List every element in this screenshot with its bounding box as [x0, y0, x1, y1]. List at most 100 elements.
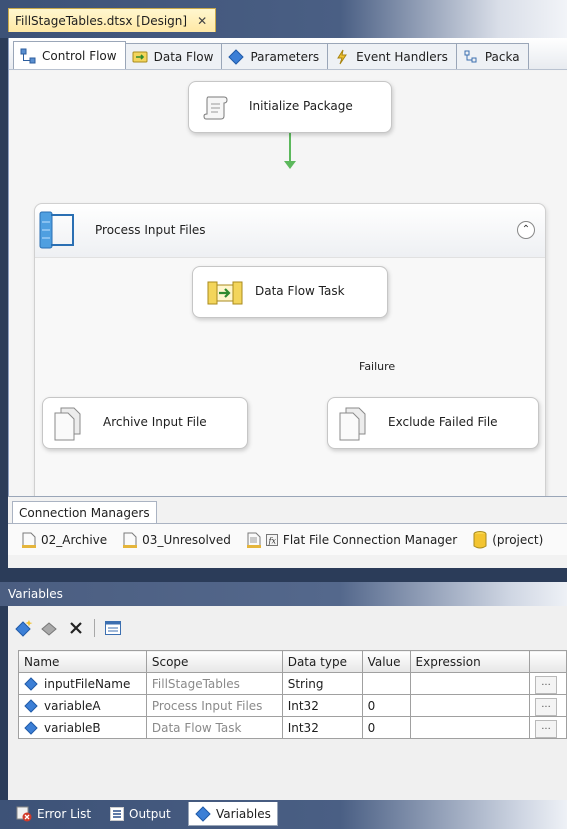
control-flow-canvas[interactable]: Initialize Package Process Input Files ⌃: [9, 71, 567, 515]
column-header-data-type[interactable]: Data type: [281, 650, 363, 673]
file-connection-icon: [123, 532, 138, 548]
process-input-files-container[interactable]: Process Input Files ⌃: [34, 203, 546, 515]
connection-managers-panel: Connection Managers 02_Archive 03_Unreso…: [8, 496, 567, 568]
variable-expression[interactable]: [409, 694, 531, 717]
designer-tab-bar: Control Flow Data Flow Parameters Event …: [9, 38, 567, 70]
tab-label: Event Handlers: [356, 49, 448, 64]
expression-builder-cell: ...: [529, 694, 567, 717]
connection-manager-label: 02_Archive: [41, 532, 108, 547]
tab-output[interactable]: Output: [104, 802, 177, 826]
variable-icon: [24, 720, 38, 735]
failure-label: Failure: [359, 360, 396, 373]
delete-icon: [70, 622, 82, 634]
grid-header-row: Name Scope Data type Value Expression: [18, 650, 567, 673]
variable-name: variableA: [44, 698, 101, 713]
variable-expression[interactable]: [409, 716, 531, 739]
move-variable-button[interactable]: [40, 618, 60, 638]
tab-data-flow[interactable]: Data Flow: [124, 43, 223, 69]
tab-variables[interactable]: Variables: [188, 802, 278, 826]
variable-data-type[interactable]: Int32: [281, 694, 363, 717]
variable-name-cell[interactable]: inputFileName: [18, 672, 147, 695]
variable-name-cell[interactable]: variableA: [18, 694, 147, 717]
archive-input-file-task[interactable]: Archive Input File: [42, 397, 248, 449]
column-header-expression[interactable]: Expression: [409, 650, 531, 673]
tab-label: Output: [129, 807, 171, 821]
data-flow-task[interactable]: Data Flow Task: [192, 266, 388, 318]
connection-manager-label: Flat File Connection Manager: [282, 532, 458, 547]
variables-grid: Name Scope Data type Value Expression in…: [18, 650, 567, 739]
variable-scope: FillStageTables: [145, 672, 283, 695]
document-tab-title: FillStageTables.dtsx [Design]: [15, 13, 188, 28]
tab-control-flow[interactable]: Control Flow: [13, 41, 126, 69]
tab-parameters[interactable]: Parameters: [221, 43, 329, 69]
variables-toolbar: [14, 616, 123, 640]
expression-builder-cell: ...: [529, 672, 567, 695]
package-explorer-icon: [464, 50, 477, 62]
expression-icon: fx: [265, 533, 278, 546]
script-task-icon: [203, 96, 228, 120]
delete-variable-button[interactable]: [66, 618, 86, 638]
variable-name-cell[interactable]: variableB: [18, 716, 147, 739]
column-header-value[interactable]: Value: [361, 650, 411, 673]
variable-data-type[interactable]: String: [281, 672, 363, 695]
connection-manager-item[interactable]: fx Flat File Connection Manager: [246, 532, 458, 548]
exclude-failed-file-task[interactable]: Exclude Failed File: [327, 397, 539, 449]
close-icon[interactable]: ✕: [197, 14, 207, 28]
connection-manager-item[interactable]: 03_Unresolved: [123, 532, 231, 548]
expression-builder-button[interactable]: ...: [535, 675, 558, 694]
add-variable-icon: [15, 620, 33, 637]
initialize-package-task[interactable]: Initialize Package: [188, 81, 392, 133]
expression-builder-button[interactable]: ...: [535, 697, 558, 716]
variable-value[interactable]: 0: [361, 716, 411, 739]
variables-icon: [195, 805, 211, 822]
control-flow-icon: [20, 48, 36, 63]
collapse-button[interactable]: ⌃: [517, 221, 535, 239]
tool-window-tab-strip: Error List Output Variables: [0, 800, 567, 829]
column-header-blank: [529, 650, 567, 673]
package-designer: Control Flow Data Flow Parameters Event …: [8, 38, 567, 515]
variable-scope: Process Input Files: [145, 694, 283, 717]
column-header-name[interactable]: Name: [18, 650, 147, 673]
project-connection-icon: [473, 530, 487, 548]
connection-managers-tab[interactable]: Connection Managers: [12, 501, 157, 523]
data-flow-icon: [132, 51, 148, 62]
table-row[interactable]: variableA Process Input Files Int32 0 ..…: [18, 694, 567, 717]
tab-label: Error List: [37, 807, 92, 821]
table-row[interactable]: variableB Data Flow Task Int32 0 ...: [18, 716, 567, 739]
tab-label: Parameters: [250, 49, 320, 64]
flat-file-connection-icon: [246, 532, 261, 548]
column-header-scope[interactable]: Scope: [145, 650, 283, 673]
success-arrowhead: [284, 161, 296, 169]
variable-value[interactable]: 0: [361, 694, 411, 717]
task-label: Initialize Package: [249, 99, 353, 113]
variable-icon: [24, 676, 38, 691]
task-label: Exclude Failed File: [388, 415, 498, 429]
container-header: Process Input Files ⌃: [35, 204, 545, 258]
expression-builder-button[interactable]: ...: [535, 719, 558, 738]
variable-value[interactable]: [361, 672, 411, 695]
variable-data-type[interactable]: Int32: [281, 716, 363, 739]
table-row[interactable]: inputFileName FillStageTables String ...: [18, 672, 567, 695]
variable-scope: Data Flow Task: [145, 716, 283, 739]
chevron-up-icon: ⌃: [521, 224, 531, 235]
tab-label: Variables: [216, 806, 271, 821]
add-variable-button[interactable]: [14, 618, 34, 638]
variable-expression[interactable]: [409, 672, 531, 695]
svg-text:fx: fx: [267, 536, 276, 545]
tab-error-list[interactable]: Error List: [10, 802, 97, 826]
document-tab[interactable]: FillStageTables.dtsx [Design] ✕: [8, 8, 217, 32]
parameters-icon: [228, 48, 245, 65]
connection-manager-item[interactable]: 02_Archive: [22, 532, 107, 548]
connection-manager-item[interactable]: (project): [473, 530, 543, 549]
foreach-loop-icon: [39, 211, 74, 249]
tab-label: Control Flow: [42, 48, 117, 63]
data-flow-task-icon: [207, 281, 243, 305]
variables-window-title: Variables: [0, 582, 567, 606]
variable-icon: [24, 698, 38, 713]
toolbar-separator: [94, 619, 95, 637]
tab-event-handlers[interactable]: Event Handlers: [327, 43, 457, 69]
tab-package-explorer[interactable]: Packa: [455, 43, 529, 69]
connection-managers-tab-label: Connection Managers: [19, 505, 150, 520]
grid-options-button[interactable]: [103, 618, 123, 638]
expression-builder-cell: ...: [529, 716, 567, 739]
